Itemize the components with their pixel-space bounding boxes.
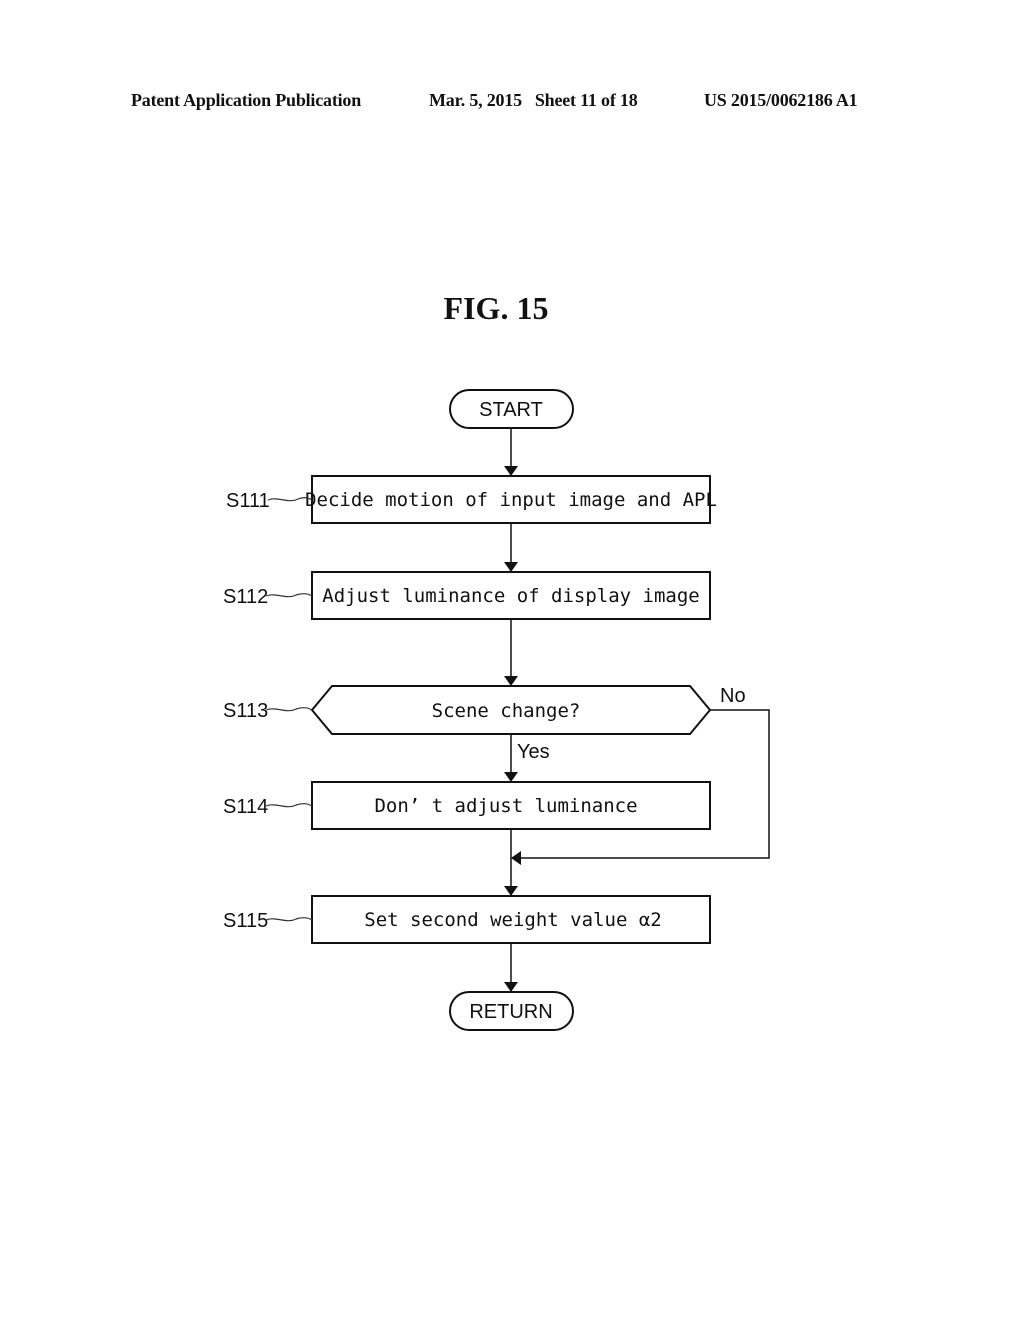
step-s114-id: S114 [223, 796, 268, 818]
step-s111-id: S111 [226, 490, 270, 512]
step-s113-decision: Scene change? S113 [223, 685, 712, 735]
branch-no-label: No [720, 685, 746, 707]
step-s113-id: S113 [223, 700, 268, 722]
step-s112-text: Adjust luminance of display image [322, 585, 700, 607]
step-s111-text: Decide motion of input image and APL [305, 489, 717, 511]
return-label: RETURN [469, 1001, 552, 1023]
step-s114-text: Don’ t adjust luminance [374, 795, 637, 817]
start-label: START [479, 399, 543, 421]
step-s111: Decide motion of input image and APL S11… [226, 475, 717, 524]
step-s112: Adjust luminance of display image S112 [223, 571, 711, 620]
start-terminal: START [449, 389, 574, 429]
step-s115-text: Set second weight value α2 [364, 909, 661, 931]
leader-line-s113 [265, 707, 313, 712]
step-s112-id: S112 [223, 586, 268, 608]
step-s114: Don’ t adjust luminance S114 [223, 781, 711, 830]
step-s115-id: S115 [223, 910, 268, 932]
leader-line-s114 [265, 803, 313, 808]
return-terminal: RETURN [449, 991, 574, 1031]
step-s113-text: Scene change? [432, 700, 581, 722]
flowchart: START Decide motion of input image and A… [223, 389, 770, 1031]
leader-line-s112 [265, 593, 313, 598]
branch-yes-label: Yes [517, 741, 550, 763]
leader-line-s115 [265, 917, 313, 922]
step-s115: Set second weight value α2 S115 [223, 895, 711, 944]
